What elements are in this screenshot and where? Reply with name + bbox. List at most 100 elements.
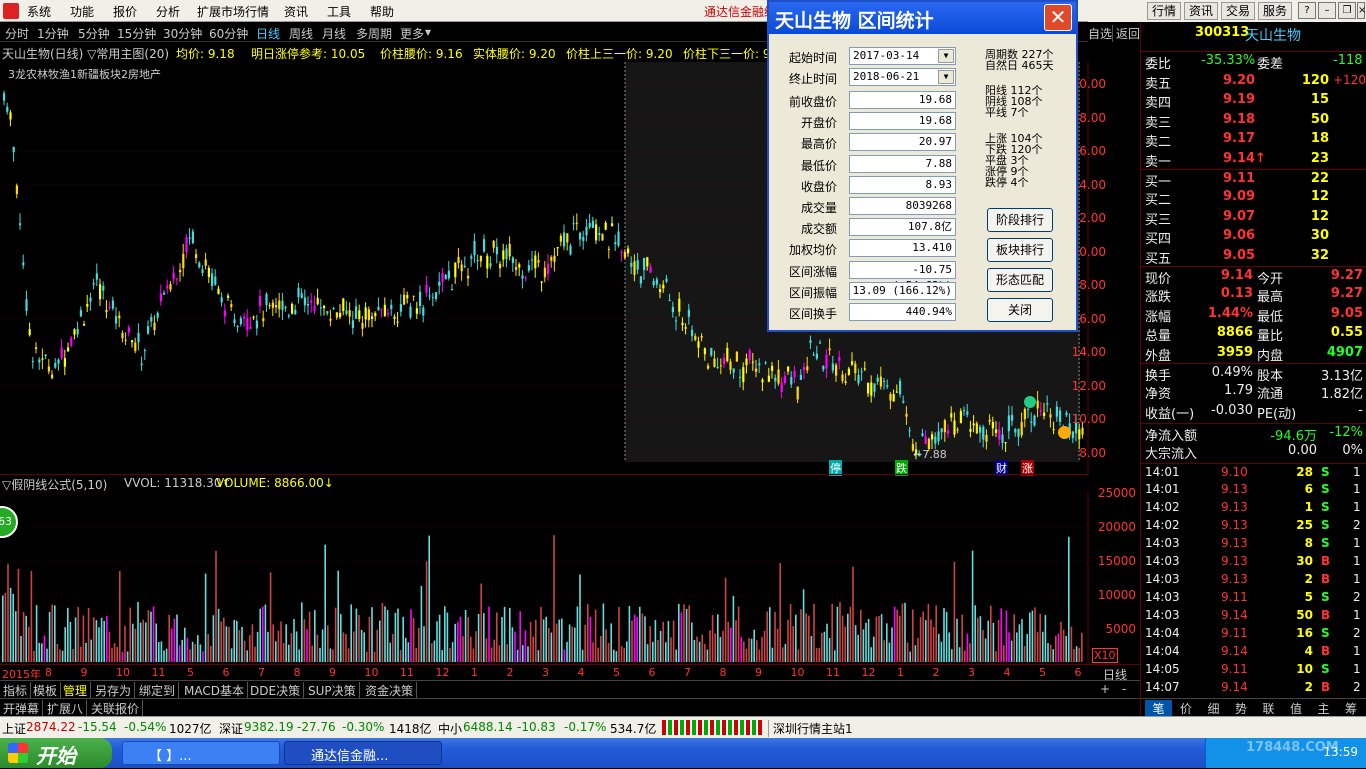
quote-tab[interactable]: 细 [1200, 700, 1227, 717]
period-daily[interactable]: 日线 [256, 25, 280, 42]
quote-tab[interactable]: 价 [1173, 700, 1200, 717]
app-icon[interactable] [3, 3, 19, 19]
buy-row[interactable]: 买四 9.06 30 [1141, 227, 1366, 247]
buy-row[interactable]: 买五 9.05 32 [1141, 247, 1366, 267]
quote-tab[interactable]: 联 [1255, 700, 1282, 717]
sell-row[interactable]: 卖五 9.20 120 +120 [1141, 72, 1366, 92]
field-value[interactable]: 8.93 [849, 175, 956, 194]
period-weekly[interactable]: 周线 [289, 25, 313, 42]
tab-sup-decision[interactable]: SUP决策 [305, 682, 360, 698]
zx-label[interactable]: 中小 [438, 720, 462, 737]
tab-extend-eight[interactable]: 扩展八 [44, 700, 88, 716]
buy-row[interactable]: 买三 9.07 12 [1141, 208, 1366, 228]
dropdown-arrow-icon[interactable]: ▼ [938, 70, 954, 84]
start-date-picker[interactable]: 2017-03-14 ▼ [849, 47, 956, 65]
quote-tab[interactable]: 势 [1228, 700, 1255, 717]
sz-label[interactable]: 深证 [219, 720, 243, 737]
tab-template[interactable]: 模板 [30, 682, 62, 698]
field-value[interactable]: -10.75 (-54.62%) [849, 260, 956, 292]
dropdown-arrow-icon[interactable]: ▼ [938, 49, 954, 63]
period-30min[interactable]: 30分钟 [163, 25, 202, 42]
field-value[interactable]: 13.09 (166.12%) [849, 281, 956, 300]
sector-rank-button[interactable]: 板块排行 [987, 238, 1053, 262]
zoom-out-button[interactable]: - [1122, 682, 1126, 696]
close-window-icon[interactable]: × [1357, 2, 1366, 19]
trade-button[interactable]: 交易 [1221, 2, 1255, 20]
dialog-close-icon[interactable]: ✕ [1044, 4, 1072, 31]
field-value[interactable]: 13.410 [849, 239, 956, 258]
field-value[interactable]: 7.88 [849, 154, 956, 173]
volume-bar [285, 624, 287, 662]
tab-fund-decision[interactable]: 资金决策 [362, 682, 418, 698]
period-60min[interactable]: 60分钟 [209, 25, 248, 42]
help-icon[interactable]: ? [1298, 2, 1316, 19]
indicator-name[interactable]: ▽假阴线公式(5,10) [2, 476, 107, 493]
service-button[interactable]: 服务 [1258, 2, 1292, 20]
tab-manage[interactable]: 管理 [60, 682, 92, 698]
flow-row[interactable]: 大宗流入 0.00 0% [1141, 442, 1366, 462]
pattern-match-button[interactable]: 形态匹配 [987, 268, 1053, 292]
server-name[interactable]: 深圳行情主站1 [768, 720, 853, 737]
period-5min[interactable]: 5分钟 [78, 25, 110, 42]
menu-item-quote[interactable]: 报价 [113, 3, 137, 20]
sh-label[interactable]: 上证 [2, 720, 26, 737]
period-1min[interactable]: 1分钟 [37, 25, 69, 42]
tab-indicator[interactable]: 指标 [0, 682, 32, 698]
sell-row[interactable]: 卖四 9.19 15 [1141, 91, 1366, 111]
field-value[interactable]: 19.68 [849, 91, 956, 109]
field-value[interactable]: 19.68 [849, 112, 956, 131]
menu-item-help[interactable]: 帮助 [370, 3, 394, 20]
quote-tab[interactable]: 主 [1310, 700, 1337, 717]
taskbar-item-tdx[interactable]: 通达信金融... [284, 741, 442, 765]
sell-row[interactable]: 卖一 9.14↑ 23 [1141, 150, 1366, 170]
quote-tab[interactable]: 值 [1283, 700, 1310, 717]
close-button[interactable]: 关闭 [987, 298, 1053, 322]
buy-row[interactable]: 买二 9.09 12 [1141, 188, 1366, 208]
quote-tab[interactable]: 筹 [1338, 700, 1365, 717]
tab-dde-decision[interactable]: DDE决策 [247, 682, 305, 698]
menu-item-analysis[interactable]: 分析 [156, 3, 180, 20]
signal-buy-icon[interactable] [1024, 396, 1036, 408]
dialog-title[interactable]: 天山生物 区间统计 [769, 2, 1076, 34]
flow-row[interactable]: 净流入额 -94.6万 -12% [1141, 423, 1366, 444]
minimize-icon[interactable]: – [1318, 2, 1336, 19]
news-button[interactable]: 资讯 [1184, 2, 1218, 20]
tab-macd-basic[interactable]: MACD基本 [181, 682, 248, 698]
period-more-arrow-icon[interactable]: ▾ [425, 25, 431, 39]
buy-row[interactable]: 买一 9.11 22 [1141, 169, 1366, 190]
zoom-in-button[interactable]: + [1100, 682, 1110, 696]
back-button[interactable]: 返回 [1112, 25, 1140, 42]
field-value[interactable]: 440.94% [849, 303, 956, 321]
tab-danmaku[interactable]: 开弹幕 [0, 700, 44, 716]
sell-row[interactable]: 卖二 9.17 18 [1141, 130, 1366, 150]
period-tick[interactable]: 分时 [5, 25, 29, 42]
quote-tab[interactable]: 笔 [1145, 700, 1172, 717]
restore-icon[interactable]: ❐ [1338, 2, 1356, 19]
taskbar-item-browser[interactable]: 【 】... [122, 741, 280, 765]
tab-save-as[interactable]: 另存为 [92, 682, 136, 698]
period-monthly[interactable]: 月线 [322, 25, 346, 42]
market-button[interactable]: 行情 [1147, 2, 1181, 20]
field-value[interactable]: 20.97 [849, 133, 956, 152]
end-date-picker[interactable]: 2018-06-21 ▼ [849, 68, 956, 86]
tab-related-quote[interactable]: 关联报价 [88, 700, 144, 716]
menu-item-system[interactable]: 系统 [27, 3, 51, 20]
period-15min[interactable]: 15分钟 [117, 25, 156, 42]
chart-title[interactable]: 天山生物(日线) ▽常用主图(20) [2, 45, 169, 62]
menu-item-tools[interactable]: 工具 [327, 3, 351, 20]
menu-item-function[interactable]: 功能 [70, 3, 94, 20]
field-value[interactable]: 8039268 [849, 197, 956, 215]
period-more[interactable]: 更多 [400, 25, 424, 42]
menu-item-extended-market[interactable]: 扩展市场行情 [197, 3, 269, 20]
stage-rank-button[interactable]: 阶段排行 [987, 208, 1053, 232]
market-breadth-icon[interactable] [662, 720, 762, 735]
sell-row[interactable]: 卖三 9.18 50 [1141, 111, 1366, 131]
signal-sell-icon[interactable] [1058, 426, 1071, 439]
volume-chart[interactable]: 25000 20000 15000 10000 5000 63 X10 [0, 486, 1140, 664]
favorites-button[interactable]: 自选 [1088, 25, 1112, 42]
period-multi[interactable]: 多周期 [356, 25, 392, 42]
menu-item-news[interactable]: 资讯 [284, 3, 308, 20]
volume-bar [423, 626, 425, 662]
tab-bind-to[interactable]: 绑定到 [136, 682, 180, 698]
field-value[interactable]: 107.8亿 [849, 218, 956, 237]
